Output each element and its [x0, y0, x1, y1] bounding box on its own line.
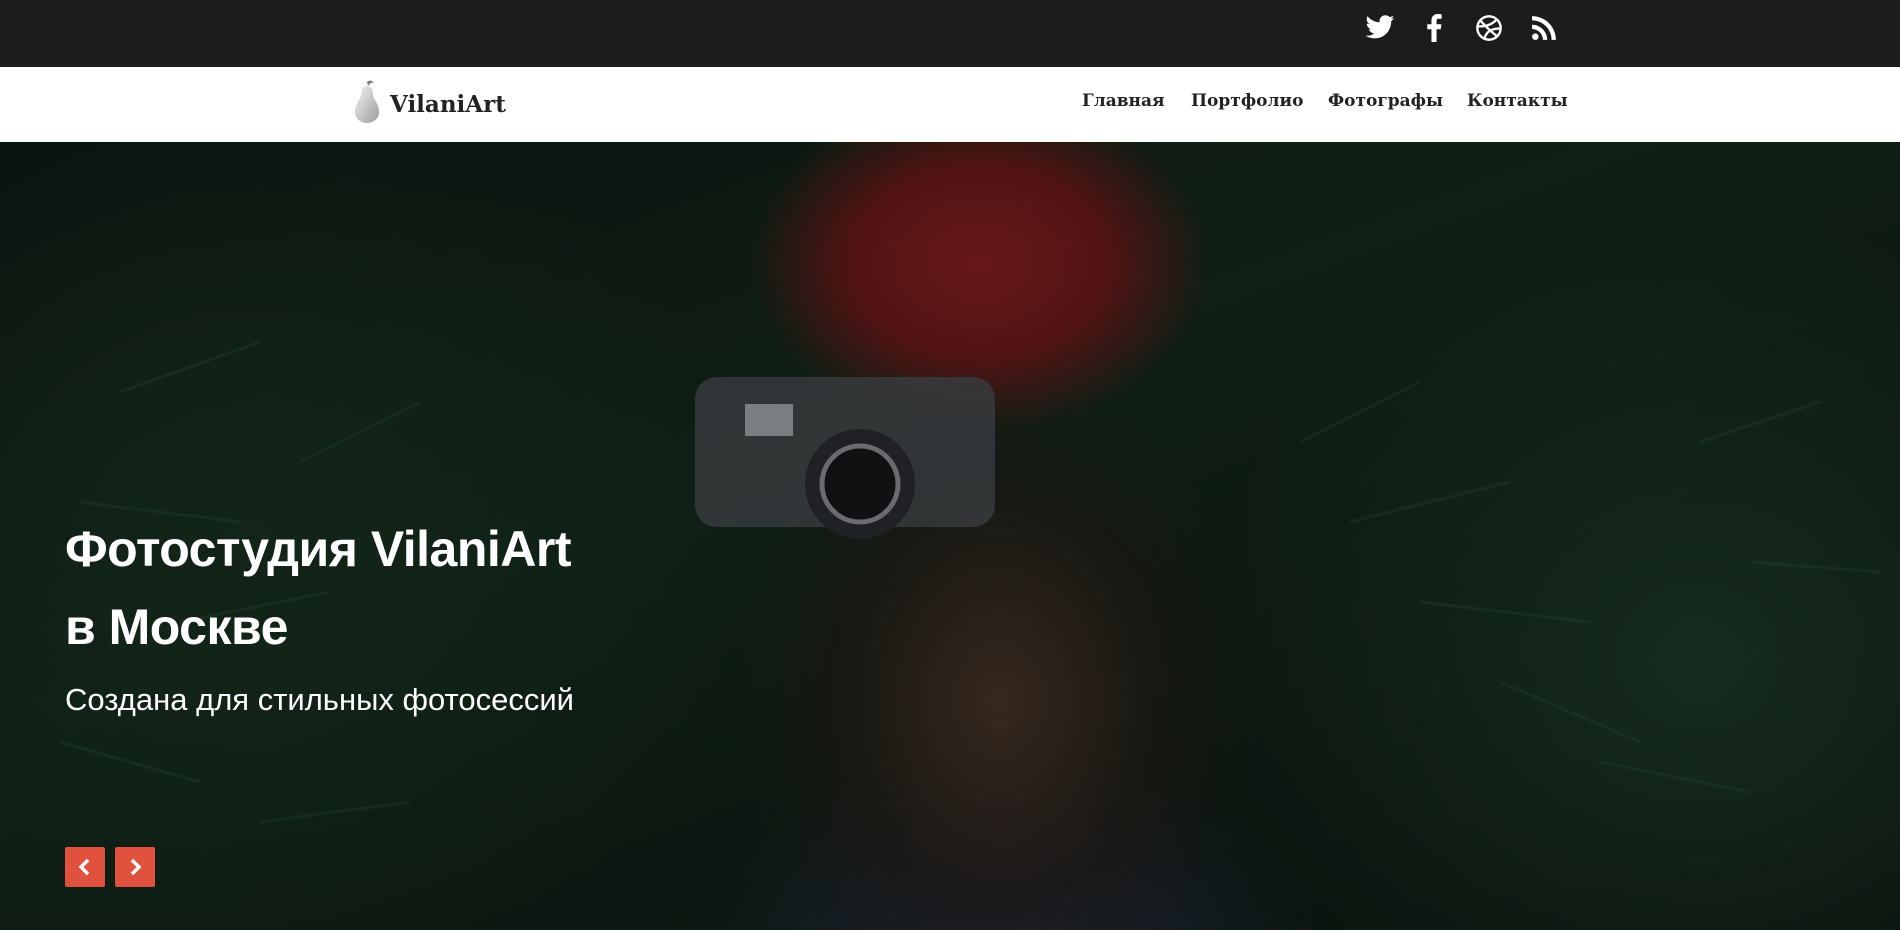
nav-item-photographers[interactable]: Фотографы	[1328, 91, 1443, 111]
site-logo[interactable]: VilaniArt	[352, 79, 506, 129]
hero-slider: Фотостудия VilaniArt в Москве Создана дл…	[0, 142, 1900, 930]
nav-item-portfolio[interactable]: Портфолио	[1191, 91, 1303, 111]
facebook-icon[interactable]	[1414, 8, 1454, 48]
slider-prev-button[interactable]	[65, 847, 105, 887]
hero-subtitle: Создана для стильных фотосессий	[65, 682, 574, 717]
chevron-right-icon	[130, 858, 142, 876]
hero-title-line1: Фотостудия VilaniArt	[65, 521, 572, 577]
hero-title-line2: в Москве	[65, 599, 288, 655]
nav-item-contacts[interactable]: Контакты	[1467, 91, 1568, 111]
chevron-left-icon	[78, 858, 90, 876]
top-social-bar	[0, 0, 1900, 67]
twitter-icon[interactable]	[1360, 8, 1400, 48]
slider-next-button[interactable]	[115, 847, 155, 887]
pear-icon	[352, 80, 382, 129]
logo-text: VilaniArt	[390, 90, 506, 118]
rss-icon[interactable]	[1524, 8, 1564, 48]
dribbble-icon[interactable]	[1469, 8, 1509, 48]
nav-item-home[interactable]: Главная	[1082, 91, 1165, 111]
hero-caption: Фотостудия VilaniArt в Москве Создана дл…	[65, 510, 574, 718]
main-navbar: VilaniArt Главная Портфолио Фотографы Ко…	[0, 67, 1900, 142]
